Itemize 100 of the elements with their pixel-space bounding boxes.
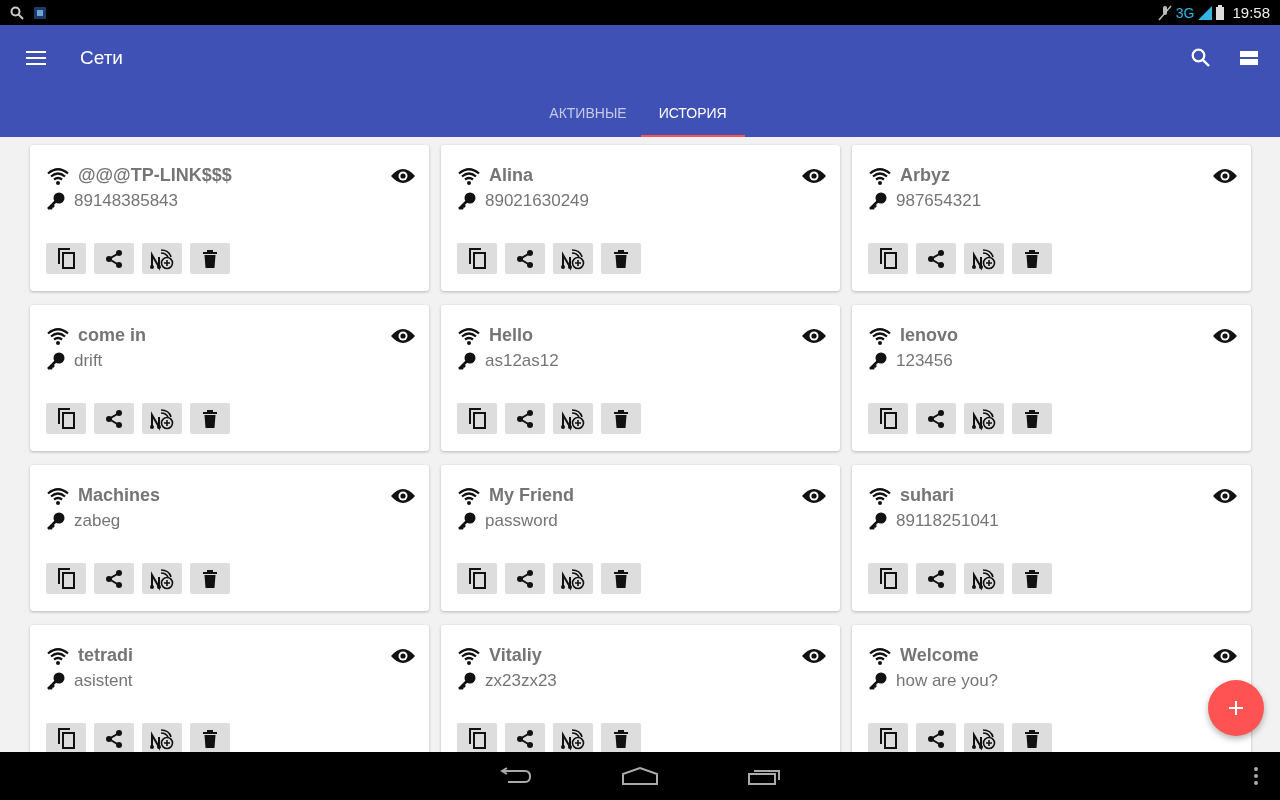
copy-button[interactable] (868, 403, 908, 434)
copy-icon (878, 407, 898, 430)
add-network-button[interactable] (142, 723, 182, 752)
home-icon[interactable] (622, 767, 658, 785)
share-button[interactable] (505, 723, 545, 752)
key-icon (868, 190, 888, 211)
share-icon (104, 568, 124, 589)
copy-button[interactable] (868, 723, 908, 752)
network-name: Welcome (900, 645, 979, 666)
delete-button[interactable] (1012, 403, 1052, 434)
add-network-button[interactable] (142, 243, 182, 274)
trash-icon (1025, 569, 1039, 588)
add-network-button[interactable] (964, 723, 1004, 752)
key-icon (457, 510, 477, 531)
menu-icon[interactable] (26, 50, 46, 65)
copy-button[interactable] (457, 403, 497, 434)
copy-button[interactable] (457, 563, 497, 594)
back-icon[interactable] (498, 767, 532, 785)
wifi-icon (457, 166, 481, 185)
add-network-button[interactable] (553, 563, 593, 594)
add-network-button[interactable] (553, 403, 593, 434)
share-button[interactable] (916, 723, 956, 752)
share-button[interactable] (916, 563, 956, 594)
network-name: @@@TP-LINK$$$ (78, 165, 232, 186)
wifi-icon (46, 326, 70, 345)
share-button[interactable] (505, 403, 545, 434)
share-button[interactable] (505, 243, 545, 274)
eye-icon[interactable] (802, 327, 826, 344)
share-icon (926, 248, 946, 269)
copy-icon (467, 727, 487, 750)
add-network-button[interactable] (964, 563, 1004, 594)
eye-icon[interactable] (1213, 647, 1237, 664)
recent-apps-icon[interactable] (748, 767, 782, 785)
wifi-icon (457, 646, 481, 665)
copy-button[interactable] (46, 563, 86, 594)
share-button[interactable] (94, 563, 134, 594)
delete-button[interactable] (601, 403, 641, 434)
copy-button[interactable] (868, 563, 908, 594)
add-network-button[interactable] (142, 563, 182, 594)
share-button[interactable] (505, 563, 545, 594)
share-icon (515, 568, 535, 589)
copy-button[interactable] (457, 243, 497, 274)
search-icon[interactable] (1191, 48, 1210, 67)
delete-button[interactable] (1012, 243, 1052, 274)
delete-button[interactable] (1012, 563, 1052, 594)
eye-icon[interactable] (391, 647, 415, 664)
eye-icon[interactable] (1213, 167, 1237, 184)
more-icon[interactable] (1254, 767, 1258, 785)
battery-icon (1216, 5, 1225, 20)
copy-button[interactable] (457, 723, 497, 752)
delete-button[interactable] (190, 403, 230, 434)
share-button[interactable] (94, 403, 134, 434)
view-toggle-icon[interactable] (1240, 50, 1258, 65)
eye-icon[interactable] (802, 487, 826, 504)
add-network-button[interactable] (553, 723, 593, 752)
share-button[interactable] (916, 243, 956, 274)
delete-button[interactable] (601, 723, 641, 752)
delete-button[interactable] (190, 563, 230, 594)
delete-button[interactable] (190, 723, 230, 752)
eye-icon[interactable] (802, 647, 826, 664)
share-icon (515, 728, 535, 749)
eye-icon[interactable] (391, 487, 415, 504)
network-password: how are you? (896, 670, 999, 691)
network-name: Hello (489, 325, 533, 346)
trash-icon (203, 569, 217, 588)
trash-icon (203, 249, 217, 268)
share-button[interactable] (94, 243, 134, 274)
add-network-button[interactable] (553, 243, 593, 274)
network-password: 89148385843 (74, 190, 178, 211)
eye-icon[interactable] (391, 327, 415, 344)
network-add-icon (149, 406, 175, 431)
copy-button[interactable] (46, 243, 86, 274)
app-title: Сети (80, 46, 123, 69)
wifi-icon (457, 326, 481, 345)
trash-icon (1025, 729, 1039, 748)
eye-icon[interactable] (1213, 487, 1237, 504)
share-button[interactable] (94, 723, 134, 752)
tab[interactable]: АКТИВНЫЕ (535, 90, 641, 137)
copy-icon (56, 407, 76, 430)
key-icon (46, 190, 66, 211)
share-button[interactable] (916, 403, 956, 434)
copy-button[interactable] (46, 403, 86, 434)
delete-button[interactable] (1012, 723, 1052, 752)
wifi-icon (868, 646, 892, 665)
delete-button[interactable] (601, 243, 641, 274)
delete-button[interactable] (601, 563, 641, 594)
key-icon (46, 510, 66, 531)
eye-icon[interactable] (802, 167, 826, 184)
add-network-button[interactable] (964, 243, 1004, 274)
delete-button[interactable] (190, 243, 230, 274)
copy-button[interactable] (46, 723, 86, 752)
trash-icon (614, 729, 628, 748)
copy-icon (467, 247, 487, 270)
add-network-button[interactable] (142, 403, 182, 434)
copy-button[interactable] (868, 243, 908, 274)
wifi-icon (46, 166, 70, 185)
eye-icon[interactable] (391, 167, 415, 184)
trash-icon (203, 729, 217, 748)
add-network-button[interactable] (964, 403, 1004, 434)
eye-icon[interactable] (1213, 327, 1237, 344)
